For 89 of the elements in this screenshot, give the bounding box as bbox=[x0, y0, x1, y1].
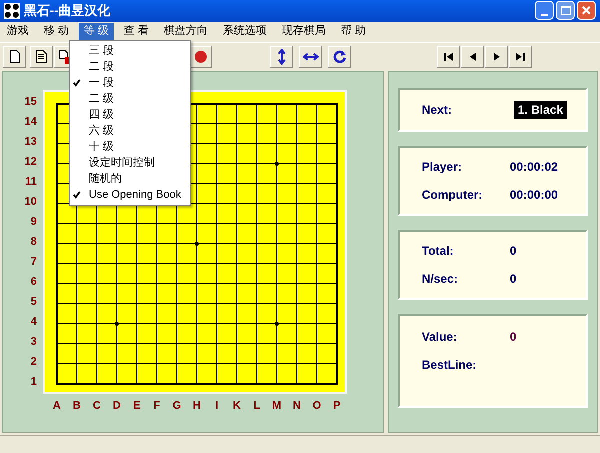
last-move-button[interactable] bbox=[509, 46, 532, 68]
next-move-button[interactable] bbox=[485, 46, 508, 68]
column-label: P bbox=[332, 399, 342, 414]
menu-item[interactable]: 现存棋局 bbox=[277, 22, 332, 41]
skip-forward-icon bbox=[516, 52, 525, 61]
column-label: B bbox=[72, 399, 82, 414]
info-label: BestLine: bbox=[422, 357, 478, 374]
column-label: C bbox=[92, 399, 102, 414]
check-icon bbox=[73, 79, 81, 87]
previous-move-button[interactable] bbox=[461, 46, 484, 68]
column-label: N bbox=[292, 399, 302, 414]
row-label: 2 bbox=[30, 355, 37, 370]
vertical-arrow-icon bbox=[278, 48, 286, 65]
info-value: 0 bbox=[510, 243, 517, 260]
info-label: Total: bbox=[422, 243, 455, 260]
info-value: 0 bbox=[510, 271, 517, 288]
triangle-right-icon bbox=[494, 52, 500, 61]
info-label: Player: bbox=[422, 159, 464, 176]
row-label: 6 bbox=[30, 275, 37, 290]
column-label: A bbox=[52, 399, 62, 414]
row-label: 15 bbox=[24, 95, 37, 110]
new-button[interactable] bbox=[3, 46, 26, 68]
row-label: 8 bbox=[30, 235, 37, 250]
column-label: E bbox=[132, 399, 142, 414]
menu-item[interactable]: 查 看 bbox=[119, 22, 154, 41]
skip-back-icon bbox=[444, 52, 453, 61]
column-label: H bbox=[192, 399, 202, 414]
info-value: 00:00:02 bbox=[510, 159, 558, 176]
minimize-button[interactable] bbox=[535, 1, 554, 20]
menu-option[interactable]: 二 级 bbox=[70, 91, 190, 107]
info-value: 1. Black bbox=[514, 101, 568, 120]
menu-option[interactable]: Use Opening Book bbox=[70, 187, 190, 203]
info-value: 0 bbox=[510, 329, 517, 346]
info-value: 00:00:00 bbox=[510, 187, 558, 204]
row-label: 12 bbox=[24, 155, 37, 170]
menu-option[interactable]: 随机的 bbox=[70, 171, 190, 187]
row-label: 11 bbox=[25, 175, 37, 190]
app-icon bbox=[4, 2, 20, 19]
menu-option[interactable]: 二 段 bbox=[70, 59, 190, 75]
menu-option[interactable]: 六 级 bbox=[70, 123, 190, 139]
open-button[interactable] bbox=[30, 46, 53, 68]
close-button[interactable] bbox=[577, 1, 596, 20]
check-icon bbox=[73, 191, 81, 199]
column-label: L bbox=[252, 399, 262, 414]
row-label: 10 bbox=[24, 195, 37, 210]
menu-option[interactable]: 十 级 bbox=[70, 139, 190, 155]
row-label: 4 bbox=[30, 315, 37, 330]
stop-button[interactable] bbox=[189, 46, 212, 68]
menu-item[interactable]: 系统选项 bbox=[218, 22, 272, 41]
menu-item[interactable]: 移 动 bbox=[39, 22, 74, 41]
first-move-button[interactable] bbox=[437, 46, 460, 68]
column-label: G bbox=[172, 399, 182, 414]
column-label: M bbox=[271, 399, 283, 414]
flip-vertical-button[interactable] bbox=[270, 46, 293, 68]
row-label: 13 bbox=[24, 135, 37, 150]
document-icon bbox=[36, 50, 47, 64]
rotate-button[interactable] bbox=[328, 46, 351, 68]
info-label: Next: bbox=[422, 102, 454, 120]
row-label: 9 bbox=[30, 215, 37, 230]
column-label: K bbox=[232, 399, 242, 414]
info-label: Computer: bbox=[422, 187, 484, 204]
row-label: 5 bbox=[30, 295, 37, 310]
menu-option[interactable]: 一 段 bbox=[70, 75, 190, 91]
column-label: I bbox=[214, 399, 220, 414]
close-icon bbox=[582, 6, 591, 16]
menu-item[interactable]: 帮 助 bbox=[336, 22, 372, 41]
flip-horizontal-button[interactable] bbox=[299, 46, 322, 68]
maximize-button[interactable] bbox=[556, 1, 575, 20]
menu-item[interactable]: 等 级 bbox=[79, 22, 114, 41]
window-title: 黑石--曲昱汉化 bbox=[24, 2, 111, 20]
menu-option[interactable]: 四 级 bbox=[70, 107, 190, 123]
row-label: 1 bbox=[30, 375, 37, 390]
row-label: 3 bbox=[30, 335, 37, 350]
column-label: O bbox=[312, 399, 322, 414]
rotate-icon bbox=[332, 50, 346, 64]
info-label: Value: bbox=[422, 329, 458, 346]
menu-option[interactable]: 三 段 bbox=[70, 43, 190, 59]
row-label: 7 bbox=[30, 255, 37, 270]
row-label: 14 bbox=[24, 115, 37, 130]
triangle-left-icon bbox=[470, 52, 476, 61]
menu-item[interactable]: 棋盘方向 bbox=[159, 22, 214, 41]
page-icon bbox=[10, 50, 20, 64]
menu-option[interactable]: 设定时间控制 bbox=[70, 155, 190, 171]
circle-icon bbox=[194, 50, 208, 64]
column-label: D bbox=[112, 399, 122, 414]
horizontal-arrow-icon bbox=[302, 52, 318, 61]
column-label: F bbox=[152, 399, 162, 414]
menu-item[interactable]: 游戏 bbox=[2, 22, 34, 41]
info-label: N/sec: bbox=[422, 271, 460, 288]
